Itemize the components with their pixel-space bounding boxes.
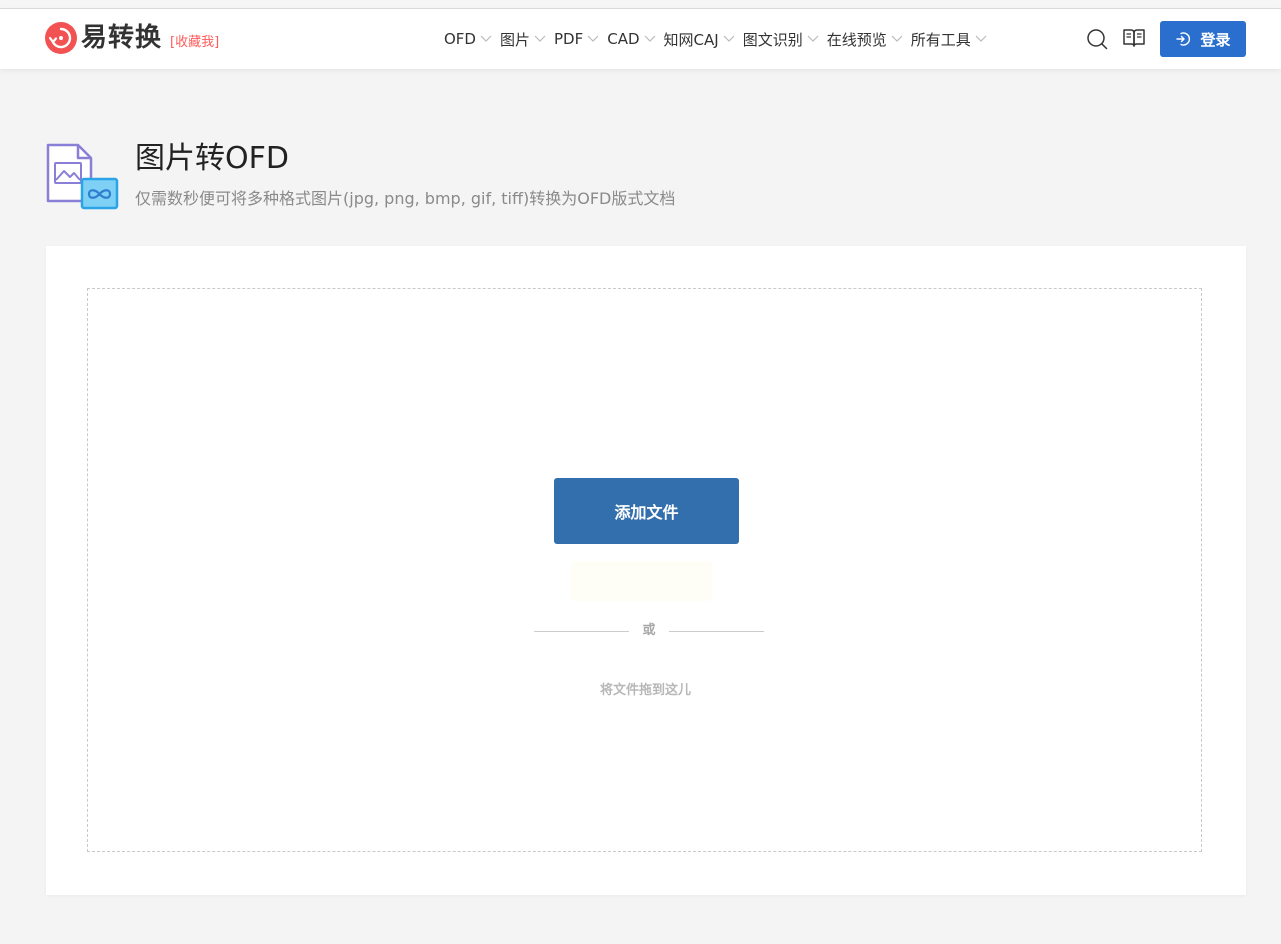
nav-item-pdf[interactable]: PDF — [554, 9, 599, 69]
nav-item-image[interactable]: 图片 — [500, 9, 546, 69]
site-header: 易转换 [收藏我] OFD 图片 PDF CAD 知网CAJ 图文识别 在线预览 — [0, 9, 1281, 69]
login-label: 登录 — [1200, 30, 1231, 49]
add-file-button[interactable]: 添加文件 — [554, 478, 739, 544]
image-to-ofd-icon — [46, 143, 119, 210]
drag-hint: 将文件拖到这儿 — [599, 683, 691, 698]
chevron-down-icon — [587, 35, 599, 42]
nav-item-label: PDF — [554, 30, 584, 48]
main-nav: OFD 图片 PDF CAD 知网CAJ 图文识别 在线预览 所有工具 — [444, 9, 995, 69]
site-logo[interactable]: 易转换 [收藏我] — [45, 22, 219, 54]
login-icon — [1176, 32, 1191, 46]
page-title: 图片转OFD — [135, 141, 289, 176]
nav-item-ocr[interactable]: 图文识别 — [743, 9, 819, 69]
file-dropzone[interactable]: 添加文件 或 将文件拖到这儿 — [87, 288, 1202, 852]
chevron-down-icon — [644, 35, 655, 42]
brand-name: 易转换 — [81, 23, 163, 53]
nav-item-label: 知网CAJ — [663, 30, 719, 49]
or-divider: 或 — [534, 621, 764, 641]
chevron-down-icon — [891, 35, 903, 42]
faded-placeholder — [571, 561, 712, 601]
page-subtitle: 仅需数秒便可将多种格式图片(jpg, png, bmp, gif, tiff)转… — [135, 189, 676, 208]
nav-item-label: 图文识别 — [742, 30, 803, 49]
chevron-down-icon — [975, 35, 987, 42]
nav-item-label: 所有工具 — [910, 30, 971, 49]
login-button[interactable]: 登录 — [1160, 21, 1246, 57]
nav-item-preview[interactable]: 在线预览 — [827, 9, 903, 69]
search-icon[interactable] — [1086, 28, 1108, 50]
bookmark-link[interactable]: [收藏我] — [170, 33, 219, 53]
nav-item-label: OFD — [444, 30, 476, 48]
nav-item-caj[interactable]: 知网CAJ — [664, 9, 735, 69]
logo-icon — [45, 22, 77, 54]
nav-item-ofd[interactable]: OFD — [444, 9, 492, 69]
chevron-down-icon — [480, 35, 492, 42]
nav-item-all-tools[interactable]: 所有工具 — [911, 9, 987, 69]
chevron-down-icon — [534, 35, 546, 42]
upload-panel: 添加文件 或 将文件拖到这儿 — [46, 246, 1246, 895]
nav-item-label: 在线预览 — [826, 30, 887, 49]
book-icon[interactable] — [1122, 27, 1146, 49]
divider-line-right — [669, 631, 764, 632]
chevron-down-icon — [807, 35, 819, 42]
nav-item-label: CAD — [607, 30, 640, 48]
chevron-down-icon — [723, 35, 735, 42]
browser-top-strip — [0, 0, 1281, 9]
nav-item-cad[interactable]: CAD — [607, 9, 655, 69]
nav-item-label: 图片 — [500, 30, 531, 49]
